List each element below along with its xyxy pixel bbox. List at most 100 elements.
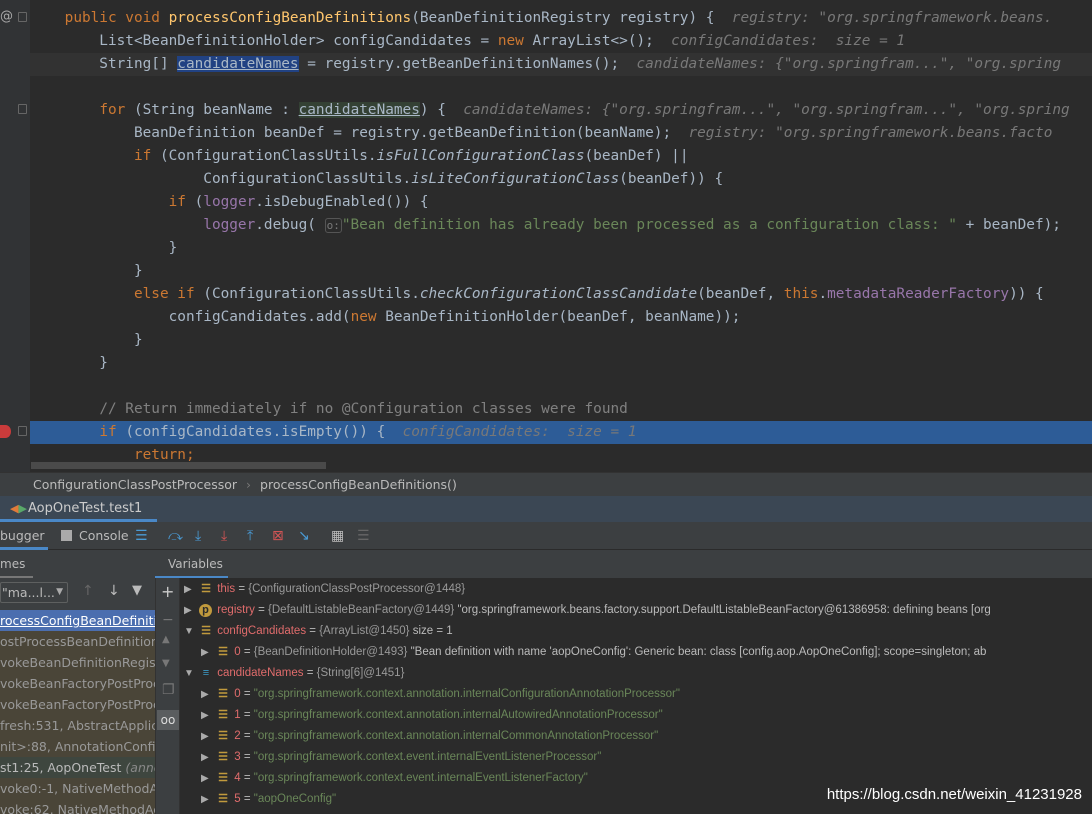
drop-frame-icon[interactable]: ⊠ [272,527,284,545]
inline-debug-value: candidateNames: {"org.springfram...", "o… [463,102,1070,118]
variable-row[interactable]: ▶ ☰ 5 = "aopOneConfig" [201,789,336,810]
variable-row[interactable]: ▶ ☰ 2 = "org.springframework.context.anno… [201,726,658,747]
expand-icon[interactable]: ▶ [201,642,215,663]
tab-console[interactable]: Console [79,522,129,550]
code-line[interactable]: if (ConfigurationClassUtils.isFullConfig… [30,145,1092,168]
expand-icon[interactable]: ▶ [201,705,215,726]
expand-icon[interactable]: ▶ [184,579,198,600]
variable-value: {DefaultListableBeanFactory@1449} [268,604,455,616]
variable-row[interactable]: ▶ ☰ 4 = "org.springframework.context.even… [201,768,588,789]
evaluate-expression-icon[interactable]: ▦ [331,527,344,545]
thread-selector[interactable]: "ma...l... ▼ [0,582,68,603]
add-watch-icon[interactable]: + [161,582,174,601]
code-line[interactable] [30,375,1092,398]
fold-marker-icon[interactable] [18,12,27,22]
layout-menu-icon[interactable]: ☰ [135,527,148,545]
variable-name: 4 [234,772,241,784]
variable-row[interactable]: ▶ ☰ 0 = {BeanDefinitionHolder@1493} "Bean… [201,642,986,663]
code-line[interactable]: String[] candidateNames = registry.getBe… [30,53,1092,76]
tab-frames[interactable]: mes [0,550,33,578]
expand-icon[interactable]: ▶ [201,789,215,810]
frame-item[interactable]: vokeBeanFactoryPostProce [0,694,155,715]
inline-debug-value: candidateNames: {"org.springfram...", "o… [636,56,1062,72]
code-token: (beanDef, [697,286,784,302]
breadcrumb-method[interactable]: processConfigBeanDefinitions() [260,477,457,492]
code-line[interactable]: // Return immediately if no @Configurati… [30,398,1092,421]
move-down-icon[interactable]: ▼ [162,658,170,669]
move-up-icon[interactable]: ▲ [162,634,170,645]
show-execution-point-icon[interactable]: ⤼ [168,527,183,545]
force-step-into-icon[interactable]: ⤓ [221,527,227,545]
code-line[interactable]: for (String beanName : candidateNames) {… [30,99,1092,122]
fold-marker-icon[interactable] [18,426,27,436]
execution-line[interactable]: if (configCandidates.isEmpty()) { config… [30,421,1092,444]
frame-item[interactable]: nit>:88, AnnotationConfigA [0,736,155,757]
frame-item[interactable]: rocessConfigBeanDefinition [0,610,155,631]
code-token: new [350,309,386,325]
expand-icon[interactable]: ▶ [201,726,215,747]
frame-item[interactable]: vokeBeanDefinitionRegistry [0,652,155,673]
breakpoint-icon[interactable] [0,425,11,438]
code-token: if [133,148,160,164]
frame-down-icon[interactable]: ↓ [108,583,120,599]
expand-icon[interactable]: ▶ [201,768,215,789]
code-line[interactable]: if (logger.isDebugEnabled()) { [30,191,1092,214]
variable-value: "org.springframework.context.event.inter… [253,772,588,784]
code-editor[interactable]: @ public void processConfigBeanDefinitio… [0,0,1092,472]
expand-icon[interactable]: ▶ [201,684,215,705]
tab-variables[interactable]: Variables [155,550,228,578]
code-line[interactable]: } [30,260,1092,283]
code-line[interactable]: configCandidates.add(new BeanDefinitionH… [30,306,1092,329]
collapse-icon[interactable]: ▼ [184,663,198,684]
code-line[interactable]: ConfigurationClassUtils.isLiteConfigurat… [30,168,1092,191]
debug-session-tabs: ◀▶ AopOneTest.test1 × [0,496,1092,542]
code-line[interactable]: List<BeanDefinitionHolder> configCandida… [30,30,1092,53]
field-icon: ☰ [218,730,228,742]
code-line[interactable]: logger.debug( o: "Bean definition has alr… [30,214,1092,237]
variable-name: 3 [234,751,241,763]
run-to-cursor-icon[interactable]: ↘ [298,527,310,545]
fold-marker-icon[interactable] [18,104,27,114]
frame-item[interactable]: vokeBeanFactoryPostProce [0,673,155,694]
variable-row[interactable]: ▼ ≡ candidateNames = {String[6]@1451} [184,663,404,684]
tab-debugger[interactable]: bugger [0,522,48,550]
frame-up-icon[interactable]: ↑ [82,583,94,599]
copy-icon[interactable]: ❐ [162,682,175,698]
step-over-icon[interactable]: ⤓ [195,527,201,545]
tab-debug-session[interactable]: ◀▶ AopOneTest.test1 × [0,496,157,542]
variable-row[interactable]: ▶ ☰ 3 = "org.springframework.context.even… [201,747,601,768]
remove-watch-icon[interactable]: − [162,612,174,628]
breadcrumb-class[interactable]: ConfigurationClassPostProcessor [33,477,237,492]
step-out-icon[interactable]: ⤒ [247,527,253,545]
frame-item[interactable]: fresh:531, AbstractApplicat [0,715,155,736]
code-token: ) { [419,102,464,118]
variable-value: "org.springframework.context.event.inter… [253,751,602,763]
expand-icon[interactable]: ▶ [201,747,215,768]
variable-row[interactable]: ▶ ☰ this = {ConfigurationClassPostProcess… [184,579,465,600]
code-token: BeanDefinition beanDef = registry.getBea… [30,125,689,141]
field-icon: ☰ [201,625,211,637]
expand-icon[interactable]: ▶ [184,600,198,621]
code-line[interactable]: BeanDefinition beanDef = registry.getBea… [30,122,1092,145]
filter-icon[interactable]: ▼ [132,583,142,598]
horizontal-scrollbar[interactable] [31,462,326,469]
code-line[interactable]: } [30,237,1092,260]
show-watches-icon[interactable]: oo [157,710,179,730]
code-line[interactable]: } [30,329,1092,352]
frame-item[interactable]: st1:25, AopOneTest (annot [0,757,155,778]
debug-toolbar: bugger Console ☰ ⤼ ⤓ ⤓ ⤒ ⊠ ↘ ▦ ☰ [0,522,1092,550]
code-line[interactable]: else if (ConfigurationClassUtils.checkCo… [30,283,1092,306]
frame-item[interactable]: voke:62, NativeMethodAcc [0,799,155,814]
trace-icon[interactable]: ☰ [357,527,370,545]
frame-item[interactable]: ostProcessBeanDefinitionRe [0,631,155,652]
code-line[interactable]: public void processConfigBeanDefinitions… [30,7,1092,30]
variables-tree[interactable]: ▶ ☰ this = {ConfigurationClassPostProcess… [180,578,1092,814]
code-line[interactable] [30,76,1092,99]
collapse-icon[interactable]: ▼ [184,621,198,642]
frame-item[interactable]: voke0:-1, NativeMethodAcc [0,778,155,799]
variable-row[interactable]: ▼ ☰ configCandidates = {ArrayList@1450} s… [184,621,453,642]
variable-row[interactable]: ▶ ☰ 0 = "org.springframework.context.anno… [201,684,680,705]
code-line[interactable]: } [30,352,1092,375]
variable-row[interactable]: ▶ p registry = {DefaultListableBeanFactor… [184,600,991,621]
variable-row[interactable]: ▶ ☰ 1 = "org.springframework.context.anno… [201,705,663,726]
